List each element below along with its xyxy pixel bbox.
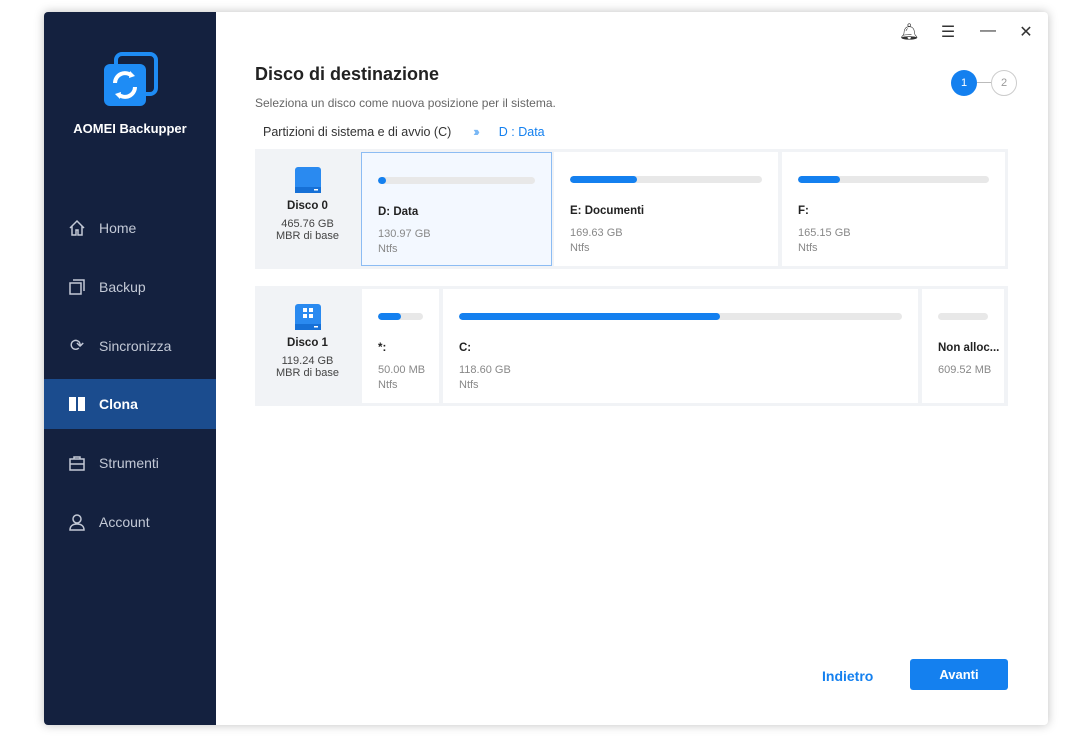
backup-icon	[67, 277, 87, 297]
app-window: AOMEI Backupper Home Backup ⟳ Sincronizza…	[44, 12, 1048, 725]
sidebar-item-strumenti[interactable]: Strumenti	[44, 438, 216, 488]
partition-size: 169.63 GB	[570, 227, 623, 239]
minimize-icon[interactable]: —	[978, 22, 998, 42]
partition-fs: Ntfs	[378, 379, 398, 391]
back-button[interactable]: Indietro	[822, 668, 873, 684]
sidebar-item-sincronizza[interactable]: ⟳ Sincronizza	[44, 321, 216, 371]
partition-fs: Ntfs	[378, 243, 398, 255]
partition-label: D: Data	[378, 206, 419, 218]
disk-size: 119.24 GB	[281, 355, 334, 367]
partition-size: 50.00 MB	[378, 364, 426, 376]
partition-card[interactable]: E: Documenti 169.63 GB Ntfs	[554, 152, 778, 266]
step-connector	[977, 82, 991, 83]
breadcrumb: Partizioni di sistema e di avvio (C) ›››…	[263, 125, 545, 139]
sync-icon: ⟳	[69, 336, 85, 355]
disk-info[interactable]: Disco 0 465.76 GB MBR di base	[255, 149, 360, 269]
partition-size: 165.15 GB	[798, 227, 851, 239]
home-icon	[67, 218, 87, 238]
clone-icon	[67, 394, 87, 414]
usage-bar	[570, 176, 762, 183]
partition-label: C:	[459, 342, 472, 354]
usage-bar	[798, 176, 989, 183]
partition-card[interactable]: C: 118.60 GB Ntfs	[443, 289, 918, 403]
sidebar-item-backup[interactable]: Backup	[44, 262, 216, 312]
page-subtitle: Seleziona un disco come nuova posizione …	[255, 96, 556, 110]
partition-label: E: Documenti	[570, 205, 645, 217]
main-panel: 🔔︎ ☰ — ✕ Disco di destinazione Seleziona…	[216, 12, 1048, 725]
disk-row: Disco 1 119.24 GB MBR di base *: 50.00 M…	[255, 286, 1008, 406]
partition-label: Non alloc...	[938, 342, 1000, 354]
bell-icon[interactable]: 🔔︎	[899, 22, 919, 42]
partition-card[interactable]: F: 165.15 GB Ntfs	[782, 152, 1005, 266]
partition-card[interactable]: Non alloc... 609.52 MB	[922, 289, 1004, 403]
close-icon[interactable]: ✕	[1016, 22, 1036, 42]
sidebar-item-label: Strumenti	[99, 455, 159, 471]
sidebar-item-label: Clona	[99, 396, 138, 412]
partition-card[interactable]: *: 50.00 MB Ntfs	[362, 289, 439, 403]
partition-size: 118.60 GB	[459, 364, 511, 376]
partition-fs: Ntfs	[798, 242, 818, 254]
sidebar-item-clona[interactable]: Clona	[44, 379, 216, 429]
disk-type: MBR di base	[276, 230, 339, 242]
disk-name: Disco 1	[287, 337, 328, 349]
sidebar: AOMEI Backupper Home Backup ⟳ Sincronizza…	[44, 12, 216, 725]
sidebar-item-label: Home	[99, 220, 137, 236]
partition-label: *:	[378, 342, 387, 354]
next-button[interactable]: Avanti	[910, 659, 1008, 690]
sidebar-item-label: Account	[99, 514, 150, 530]
step-1: 1	[951, 70, 977, 96]
disk-row: Disco 0 465.76 GB MBR di base D: Data 13…	[255, 149, 1008, 269]
user-icon	[67, 512, 87, 532]
partition-size: 609.52 MB	[938, 364, 992, 376]
partition-fs: Ntfs	[459, 379, 479, 391]
sidebar-item-home[interactable]: Home	[44, 203, 216, 253]
disk-size: 465.76 GB	[281, 218, 334, 230]
usage-bar	[938, 313, 988, 320]
disk-icon	[294, 167, 321, 193]
partition-card[interactable]: D: Data 130.97 GB Ntfs	[361, 152, 552, 266]
breadcrumb-source: Partizioni di sistema e di avvio (C)	[263, 125, 452, 139]
sidebar-item-label: Backup	[99, 279, 146, 295]
partition-fs: Ntfs	[570, 242, 590, 254]
page-title: Disco di destinazione	[255, 64, 440, 84]
disk-type: MBR di base	[276, 367, 339, 379]
sidebar-item-label: Sincronizza	[99, 338, 172, 354]
usage-bar	[378, 313, 423, 320]
menu-icon[interactable]: ☰	[938, 22, 958, 42]
app-name: AOMEI Backupper	[73, 121, 187, 136]
disk-name: Disco 0	[287, 200, 328, 212]
aomei-logo-icon	[104, 52, 158, 106]
usage-bar	[459, 313, 902, 320]
breadcrumb-target: D : Data	[498, 125, 545, 139]
system-disk-icon	[294, 304, 321, 330]
sidebar-item-account[interactable]: Account	[44, 497, 216, 547]
step-2: 2	[991, 70, 1017, 96]
usage-bar	[378, 177, 535, 184]
toolbox-icon	[67, 453, 87, 473]
chevrons-right-icon: ›››	[473, 125, 479, 139]
partition-size: 130.97 GB	[378, 228, 431, 240]
partition-label: F:	[798, 205, 809, 217]
disk-info[interactable]: Disco 1 119.24 GB MBR di base	[255, 286, 360, 406]
